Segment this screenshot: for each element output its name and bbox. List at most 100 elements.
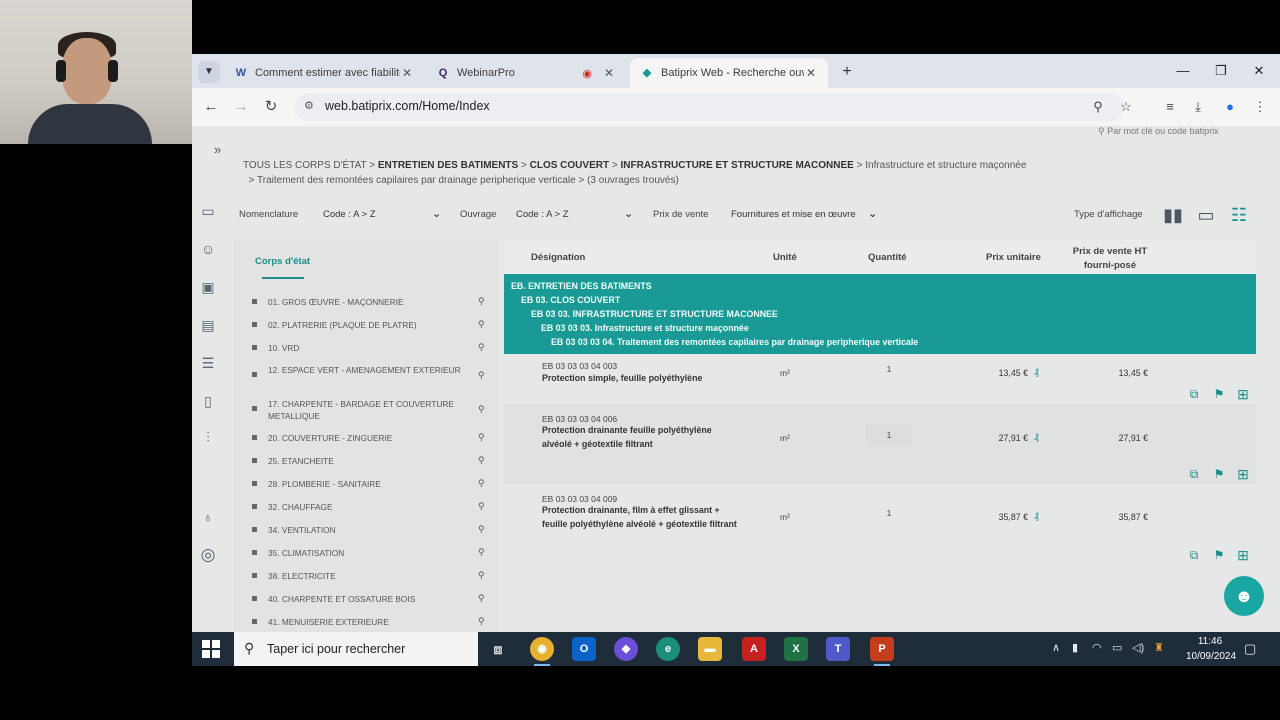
clock-date[interactable]: 10/09/2024 [1176, 651, 1246, 662]
coins-icon[interactable]: ₰ [1034, 432, 1039, 442]
close-tab-icon[interactable]: ✕ [804, 66, 818, 80]
close-tab-icon[interactable]: ✕ [602, 66, 616, 80]
list-view-icon[interactable]: ☷ [1226, 204, 1252, 226]
coins-icon[interactable]: ₰ [1034, 511, 1039, 521]
battery-icon[interactable]: ▭ [1112, 641, 1122, 654]
teams-icon[interactable]: T [826, 637, 850, 661]
search-icon[interactable]: ⚲ [478, 319, 485, 330]
address-bar[interactable]: ⚙ web.batiprix.com/Home/Index [294, 93, 1124, 121]
document-icon[interactable]: ▤ [197, 314, 219, 336]
search-icon[interactable]: ⚲ [478, 370, 485, 381]
assistant-bot-icon[interactable]: ☻ [1224, 576, 1264, 616]
tree-level-2[interactable]: EB 03. CLOS COUVERT [521, 295, 620, 305]
reload-icon[interactable]: ↻ [260, 96, 282, 118]
tree-level-5[interactable]: EB 03 03 03 04. Traitement des remontées… [551, 337, 918, 347]
search-icon[interactable]: ⚲ [478, 501, 485, 512]
table-row[interactable]: EB 03 03 03 04 009 Protection drainante,… [504, 484, 1256, 568]
add-plus-icon[interactable]: ⊞ [1235, 466, 1251, 483]
duplicate-icon[interactable]: ⧉ [1186, 387, 1202, 402]
breadcrumb-item[interactable]: Traitement des remontées capilaires par … [257, 175, 576, 186]
nomenclature-select[interactable]: Code : A > Z [323, 209, 376, 220]
minimize-icon[interactable]: — [1168, 60, 1198, 82]
tray-chevron-up-icon[interactable]: ∧ [1052, 641, 1060, 654]
search-icon[interactable]: ⚲ [478, 547, 485, 558]
duplicate-icon[interactable]: ⧉ [1186, 548, 1202, 563]
table-row[interactable]: EB 03 03 03 04 006 Protection drainante … [504, 404, 1256, 484]
sliders-icon[interactable]: ⫶ [197, 426, 219, 448]
edge-icon[interactable]: e [656, 637, 680, 661]
quantity-field[interactable]: 1 [866, 424, 912, 446]
coins-icon[interactable]: ₰ [1034, 367, 1039, 377]
new-tab-plus-icon[interactable]: + [836, 61, 858, 83]
breadcrumb-item[interactable]: TOUS LES CORPS D'ÉTAT [243, 160, 366, 171]
clock-time[interactable]: 11:46 [1190, 636, 1230, 647]
tree-level-4[interactable]: EB 03 03 03. Infrastructure et structure… [541, 323, 749, 333]
ouvrage-name[interactable]: Protection drainante, film à effet gliss… [542, 504, 738, 531]
tab-batiprix[interactable]: ◆ Batiprix Web - Recherche ouvra ✕ [630, 58, 828, 88]
tree-level-1[interactable]: EB. ENTRETIEN DES BATIMENTS [511, 281, 652, 291]
restore-icon[interactable]: ❐ [1206, 60, 1236, 82]
bookmark-star-icon[interactable]: ☆ [1116, 97, 1136, 117]
breadcrumb-item[interactable]: INFRASTRUCTURE ET STRUCTURE MACONNEE [620, 160, 853, 171]
checklist-icon[interactable]: ☰ [197, 352, 219, 374]
outlook-icon[interactable]: O [572, 637, 596, 661]
forward-arrow-icon[interactable]: → [230, 96, 252, 118]
search-icon[interactable]: ⚲ [478, 524, 485, 535]
lightbulb-icon[interactable]: ♁ [197, 506, 219, 528]
tab-webinarpro[interactable]: Q WebinarPro ◉ ✕ [426, 58, 626, 88]
add-plus-icon[interactable]: ⊞ [1235, 386, 1251, 403]
search-icon[interactable]: ⚲ [478, 570, 485, 581]
book-view-icon[interactable]: ▮▮ [1160, 204, 1186, 226]
bookmark-icon[interactable]: ⚑ [1211, 387, 1227, 401]
search-icon[interactable]: ⚲ [478, 296, 485, 307]
volume-icon[interactable]: ◁) [1132, 641, 1144, 654]
bookmark-icon[interactable]: ⚑ [1211, 548, 1227, 562]
search-icon[interactable]: ⚲ [478, 404, 485, 415]
task-view-icon[interactable]: ⧈ [486, 637, 510, 661]
quantity-field[interactable]: 1 [866, 502, 912, 524]
ouvrage-select[interactable]: Code : A > Z [516, 209, 569, 220]
site-settings-icon[interactable]: ⚙ [304, 99, 314, 112]
expand-chevron-icon[interactable]: » [214, 142, 221, 157]
notification-app-icon[interactable]: ♜ [1154, 641, 1164, 654]
acrobat-icon[interactable]: A [742, 637, 766, 661]
duplicate-icon[interactable]: ⧉ [1186, 467, 1202, 482]
ouvrage-name[interactable]: Protection drainante feuille polyéthylèn… [542, 424, 712, 451]
search-icon[interactable]: ⚲ [478, 342, 485, 353]
prix-select[interactable]: Fournitures et mise en œuvre [731, 209, 856, 220]
copilot-icon[interactable]: ◆ [614, 637, 638, 661]
windows-start-icon[interactable] [202, 640, 220, 658]
search-icon[interactable]: ⚲ [478, 478, 485, 489]
notifications-icon[interactable]: ▢ [1244, 641, 1256, 657]
search-hint[interactable]: ⚲ Par mot clé ou code batiprix [1098, 126, 1219, 137]
tab-estimer[interactable]: W Comment estimer avec fiabilité ✕ [224, 58, 424, 88]
file-explorer-icon[interactable]: ▬ [698, 637, 722, 661]
quantity-field[interactable]: 1 [866, 358, 912, 380]
chevron-down-icon[interactable]: ⌄ [624, 207, 633, 220]
desktop-view-icon[interactable]: ▭ [1193, 204, 1219, 226]
wifi-icon[interactable]: ◠ [1092, 641, 1102, 654]
chevron-down-icon[interactable]: ⌄ [432, 207, 441, 220]
account-circle-icon[interactable]: ◎ [197, 544, 219, 566]
tab-search-chevron-icon[interactable]: ▼ [198, 61, 220, 83]
chrome-icon[interactable]: ◉ [530, 637, 554, 666]
excel-icon[interactable]: X [784, 637, 808, 661]
chevron-down-icon[interactable]: ⌄ [868, 207, 877, 220]
add-plus-icon[interactable]: ⊞ [1235, 547, 1251, 564]
search-icon[interactable]: ⚲ [478, 455, 485, 466]
close-window-icon[interactable]: ✕ [1244, 60, 1274, 82]
tree-level-3[interactable]: EB 03 03. INFRASTRUCTURE ET STRUCTURE MA… [531, 309, 778, 319]
users-icon[interactable]: ☺ [197, 238, 219, 260]
breadcrumb-item[interactable]: CLOS COUVERT [530, 160, 609, 171]
microphone-icon[interactable]: ▮ [1072, 641, 1078, 654]
search-icon[interactable]: ⚲ [478, 432, 485, 443]
taskbar-search[interactable]: ⚲ Taper ici pour rechercher [234, 632, 478, 666]
zoom-icon[interactable]: ⚲ [1088, 97, 1108, 117]
briefcase-icon[interactable]: ▣ [197, 276, 219, 298]
powerpoint-icon[interactable]: P [870, 637, 894, 666]
search-icon[interactable]: ⚲ [478, 616, 485, 627]
breadcrumb-item[interactable]: ENTRETIEN DES BATIMENTS [378, 160, 518, 171]
search-icon[interactable]: ⚲ [478, 593, 485, 604]
reading-list-icon[interactable]: ≡ [1160, 97, 1180, 117]
ouvrage-name[interactable]: Protection simple, feuille polyéthylène [542, 372, 772, 386]
